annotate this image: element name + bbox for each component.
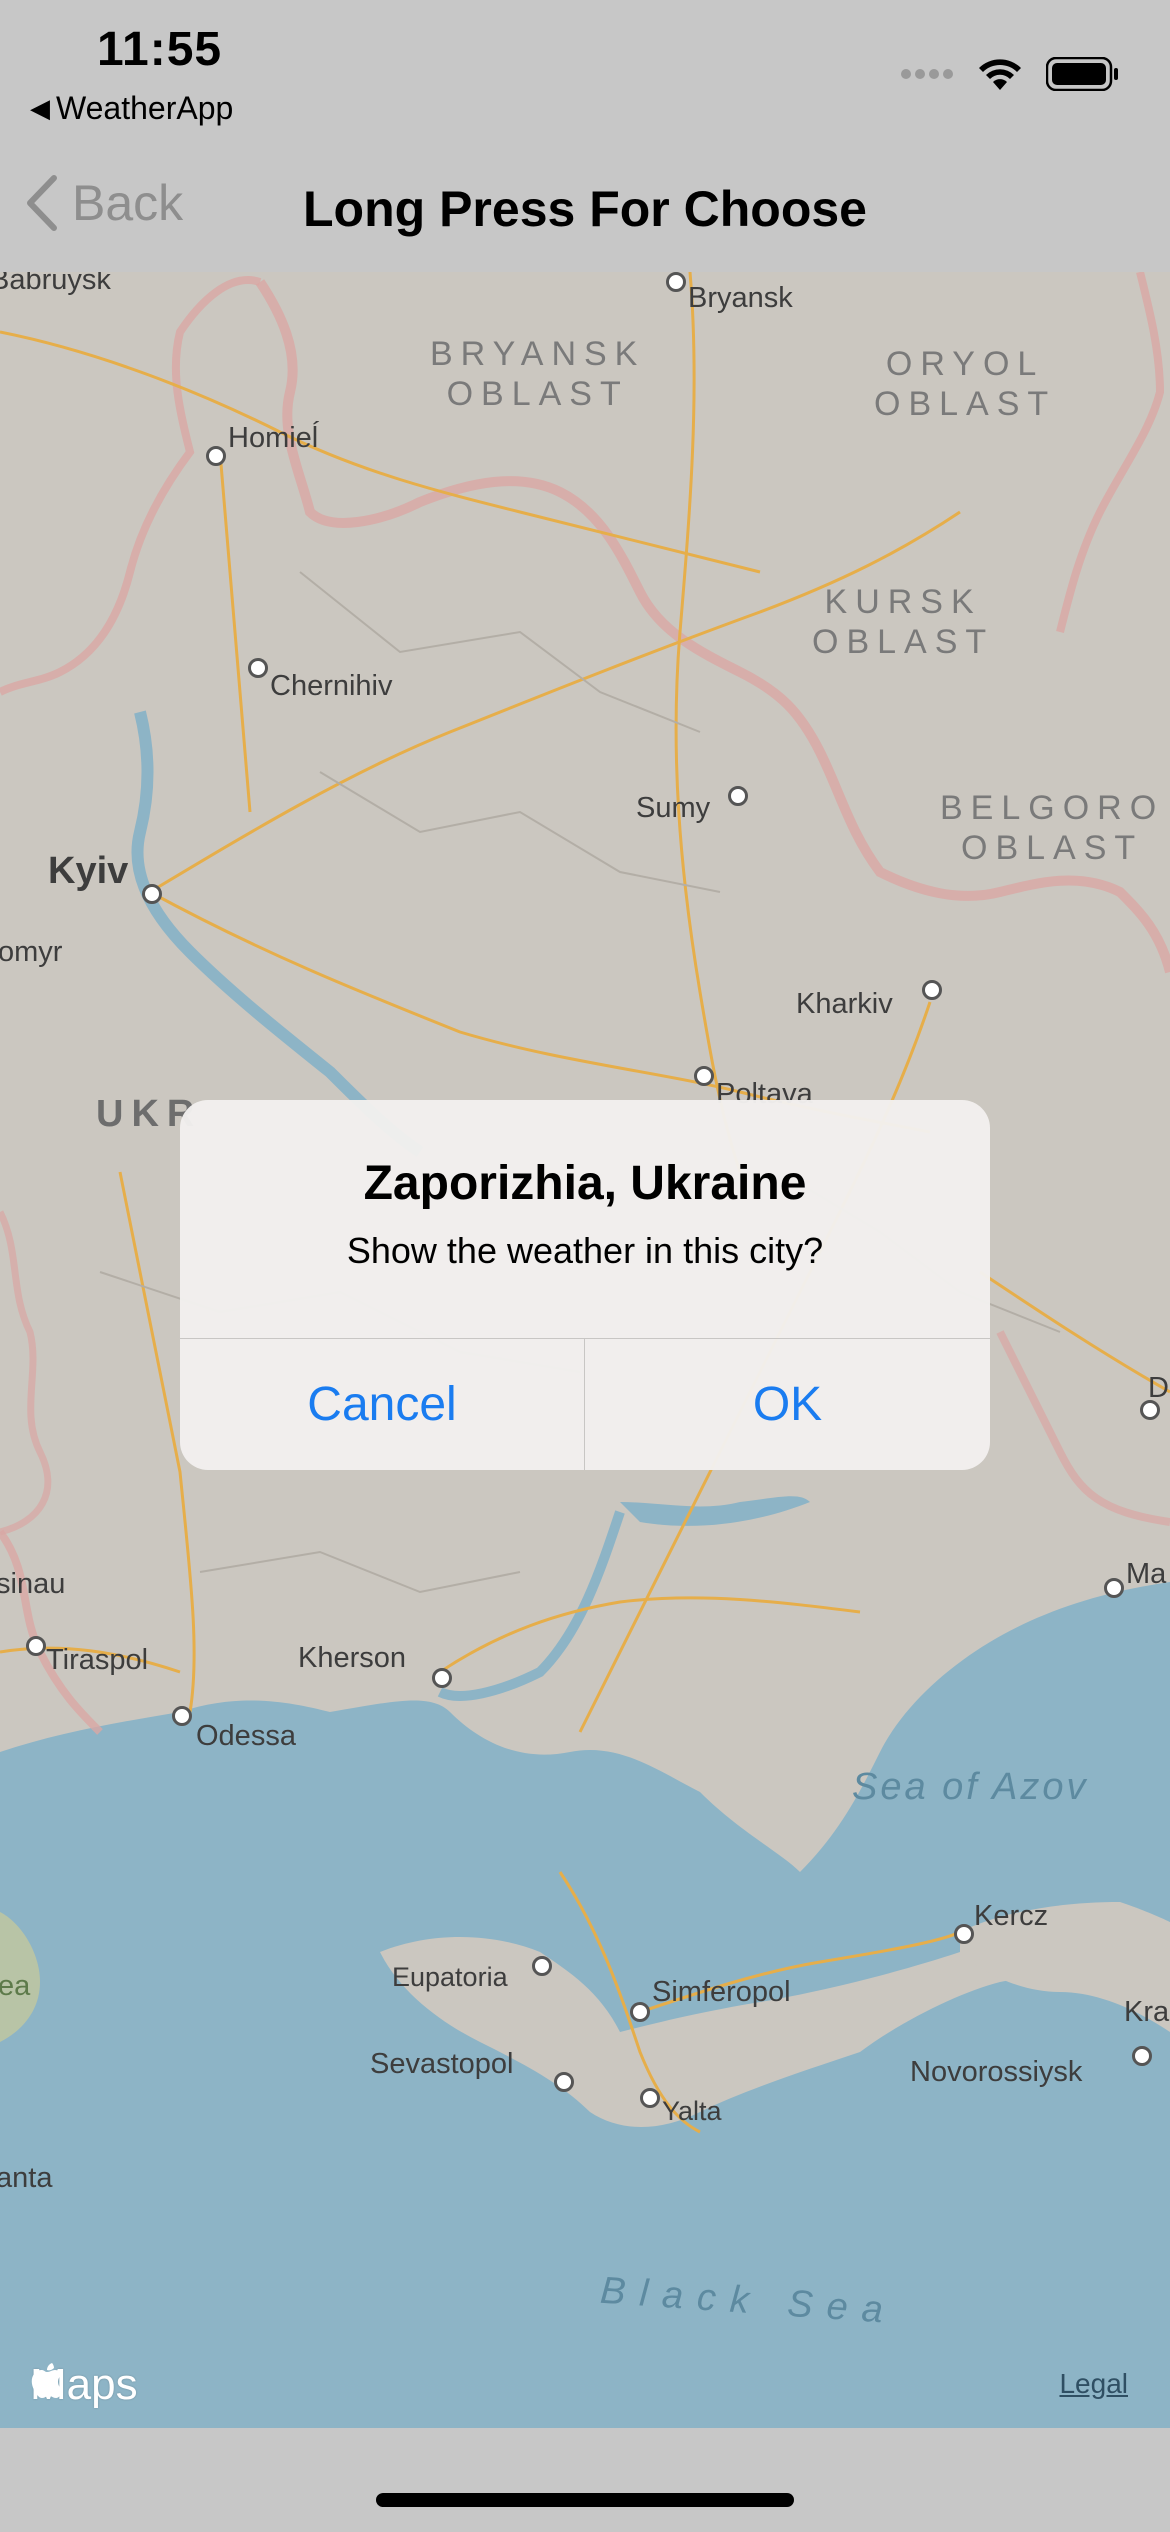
- alert-dialog: Zaporizhia, Ukraine Show the weather in …: [180, 1100, 990, 1470]
- status-time: 11:55: [97, 23, 223, 76]
- maps-brand: Maps: [30, 2360, 138, 2410]
- apple-logo-icon: [31, 2363, 63, 2398]
- status-bar: 11:55 ◀ WeatherApp: [0, 0, 1170, 140]
- home-indicator[interactable]: [376, 2493, 794, 2507]
- city-label-sinau: sinau: [0, 1568, 66, 1600]
- city-label-chernihiv: Chernihiv: [270, 670, 393, 702]
- sea-label-left-edge: ea: [0, 1970, 31, 2002]
- city-dot-yalta: [640, 2088, 660, 2108]
- city-dot-novorossiysk: [1132, 2046, 1152, 2066]
- city-label-kra: Kra: [1124, 1996, 1170, 2028]
- cellular-dots-icon: [901, 69, 953, 79]
- city-label-kyiv: Kyiv: [48, 850, 129, 892]
- battery-icon: [1046, 57, 1118, 91]
- back-to-app-label: WeatherApp: [56, 90, 234, 126]
- city-label-sumy: Sumy: [636, 792, 711, 824]
- region-label-oryol-text: ORYOL OBLAST: [874, 345, 1057, 423]
- city-dot-kyiv: [142, 884, 162, 904]
- back-to-app-link[interactable]: ◀ WeatherApp: [30, 90, 233, 127]
- city-label-odessa: Odessa: [196, 1720, 296, 1752]
- region-label-oryol: ORYOL OBLAST: [874, 344, 1056, 424]
- region-label-kursk: KURSK OBLAST: [812, 582, 994, 662]
- city-dot-odessa: [172, 1706, 192, 1726]
- city-dot-ma: [1104, 1578, 1124, 1598]
- city-label-homiel: Homieĺ: [228, 422, 319, 454]
- region-label-belgorod-text: BELGORO OBLAST: [940, 789, 1165, 867]
- city-dot-poltava: [694, 1066, 714, 1086]
- city-dot-kercz: [954, 1924, 974, 1944]
- city-dot-simferopol: [630, 2002, 650, 2022]
- wifi-icon: [979, 59, 1021, 90]
- city-label-anta: anta: [0, 2162, 53, 2194]
- ok-button[interactable]: OK: [585, 1339, 990, 1470]
- home-indicator-area: [0, 2428, 1170, 2532]
- region-label-belgorod: BELGORO OBLAST: [940, 788, 1164, 868]
- city-dot-kherson: [432, 1668, 452, 1688]
- city-dot-sevastopol: [554, 2072, 574, 2092]
- city-label-ma: Ma: [1126, 1558, 1167, 1590]
- cancel-button[interactable]: Cancel: [180, 1339, 584, 1470]
- alert-message: Show the weather in this city?: [346, 1230, 824, 1271]
- city-label-babruysk: Babruysk: [0, 272, 111, 296]
- city-label-d: D: [1148, 1372, 1169, 1404]
- alert-title: Zaporizhia, Ukraine: [363, 1157, 807, 1210]
- city-label-sevastopol: Sevastopol: [370, 2048, 514, 2080]
- city-dot-chernihiv: [248, 658, 268, 678]
- city-dot-kharkiv: [922, 980, 942, 1000]
- city-dot-homiel: [206, 446, 226, 466]
- city-label-simferopol: Simferopol: [652, 1976, 791, 2008]
- sea-label-azov: Sea of Azov: [852, 1766, 1089, 1808]
- city-dot-eupatoria: [532, 1956, 552, 1976]
- navigation-bar: Back Long Press For Choose: [0, 140, 1170, 273]
- city-label-tiraspol: Tiraspol: [46, 1644, 149, 1676]
- city-dot-sumy: [728, 786, 748, 806]
- city-label-bryansk: Bryansk: [688, 282, 793, 314]
- page-title: Long Press For Choose: [303, 181, 867, 237]
- city-label-yalta: Yalta: [662, 2096, 722, 2126]
- city-label-kherson: Kherson: [298, 1642, 407, 1674]
- city-label-kercz: Kercz: [974, 1900, 1049, 1932]
- region-label-bryansk: BRYANSK OBLAST: [430, 334, 645, 414]
- city-label-novorossiysk: Novorossiysk: [910, 2056, 1083, 2088]
- city-label-omyr: omyr: [0, 936, 63, 968]
- city-dot-tiraspol: [26, 1636, 46, 1656]
- region-label-bryansk-text: BRYANSK OBLAST: [430, 335, 646, 413]
- city-label-eupatoria: Eupatoria: [392, 1962, 508, 1992]
- city-dot-bryansk: [666, 272, 686, 292]
- region-label-kursk-text: KURSK OBLAST: [812, 583, 995, 661]
- back-triangle-icon: ◀: [30, 93, 50, 123]
- status-icons: [900, 56, 1120, 92]
- legal-link[interactable]: Legal: [1059, 2368, 1128, 2400]
- city-label-kharkiv: Kharkiv: [796, 988, 893, 1020]
